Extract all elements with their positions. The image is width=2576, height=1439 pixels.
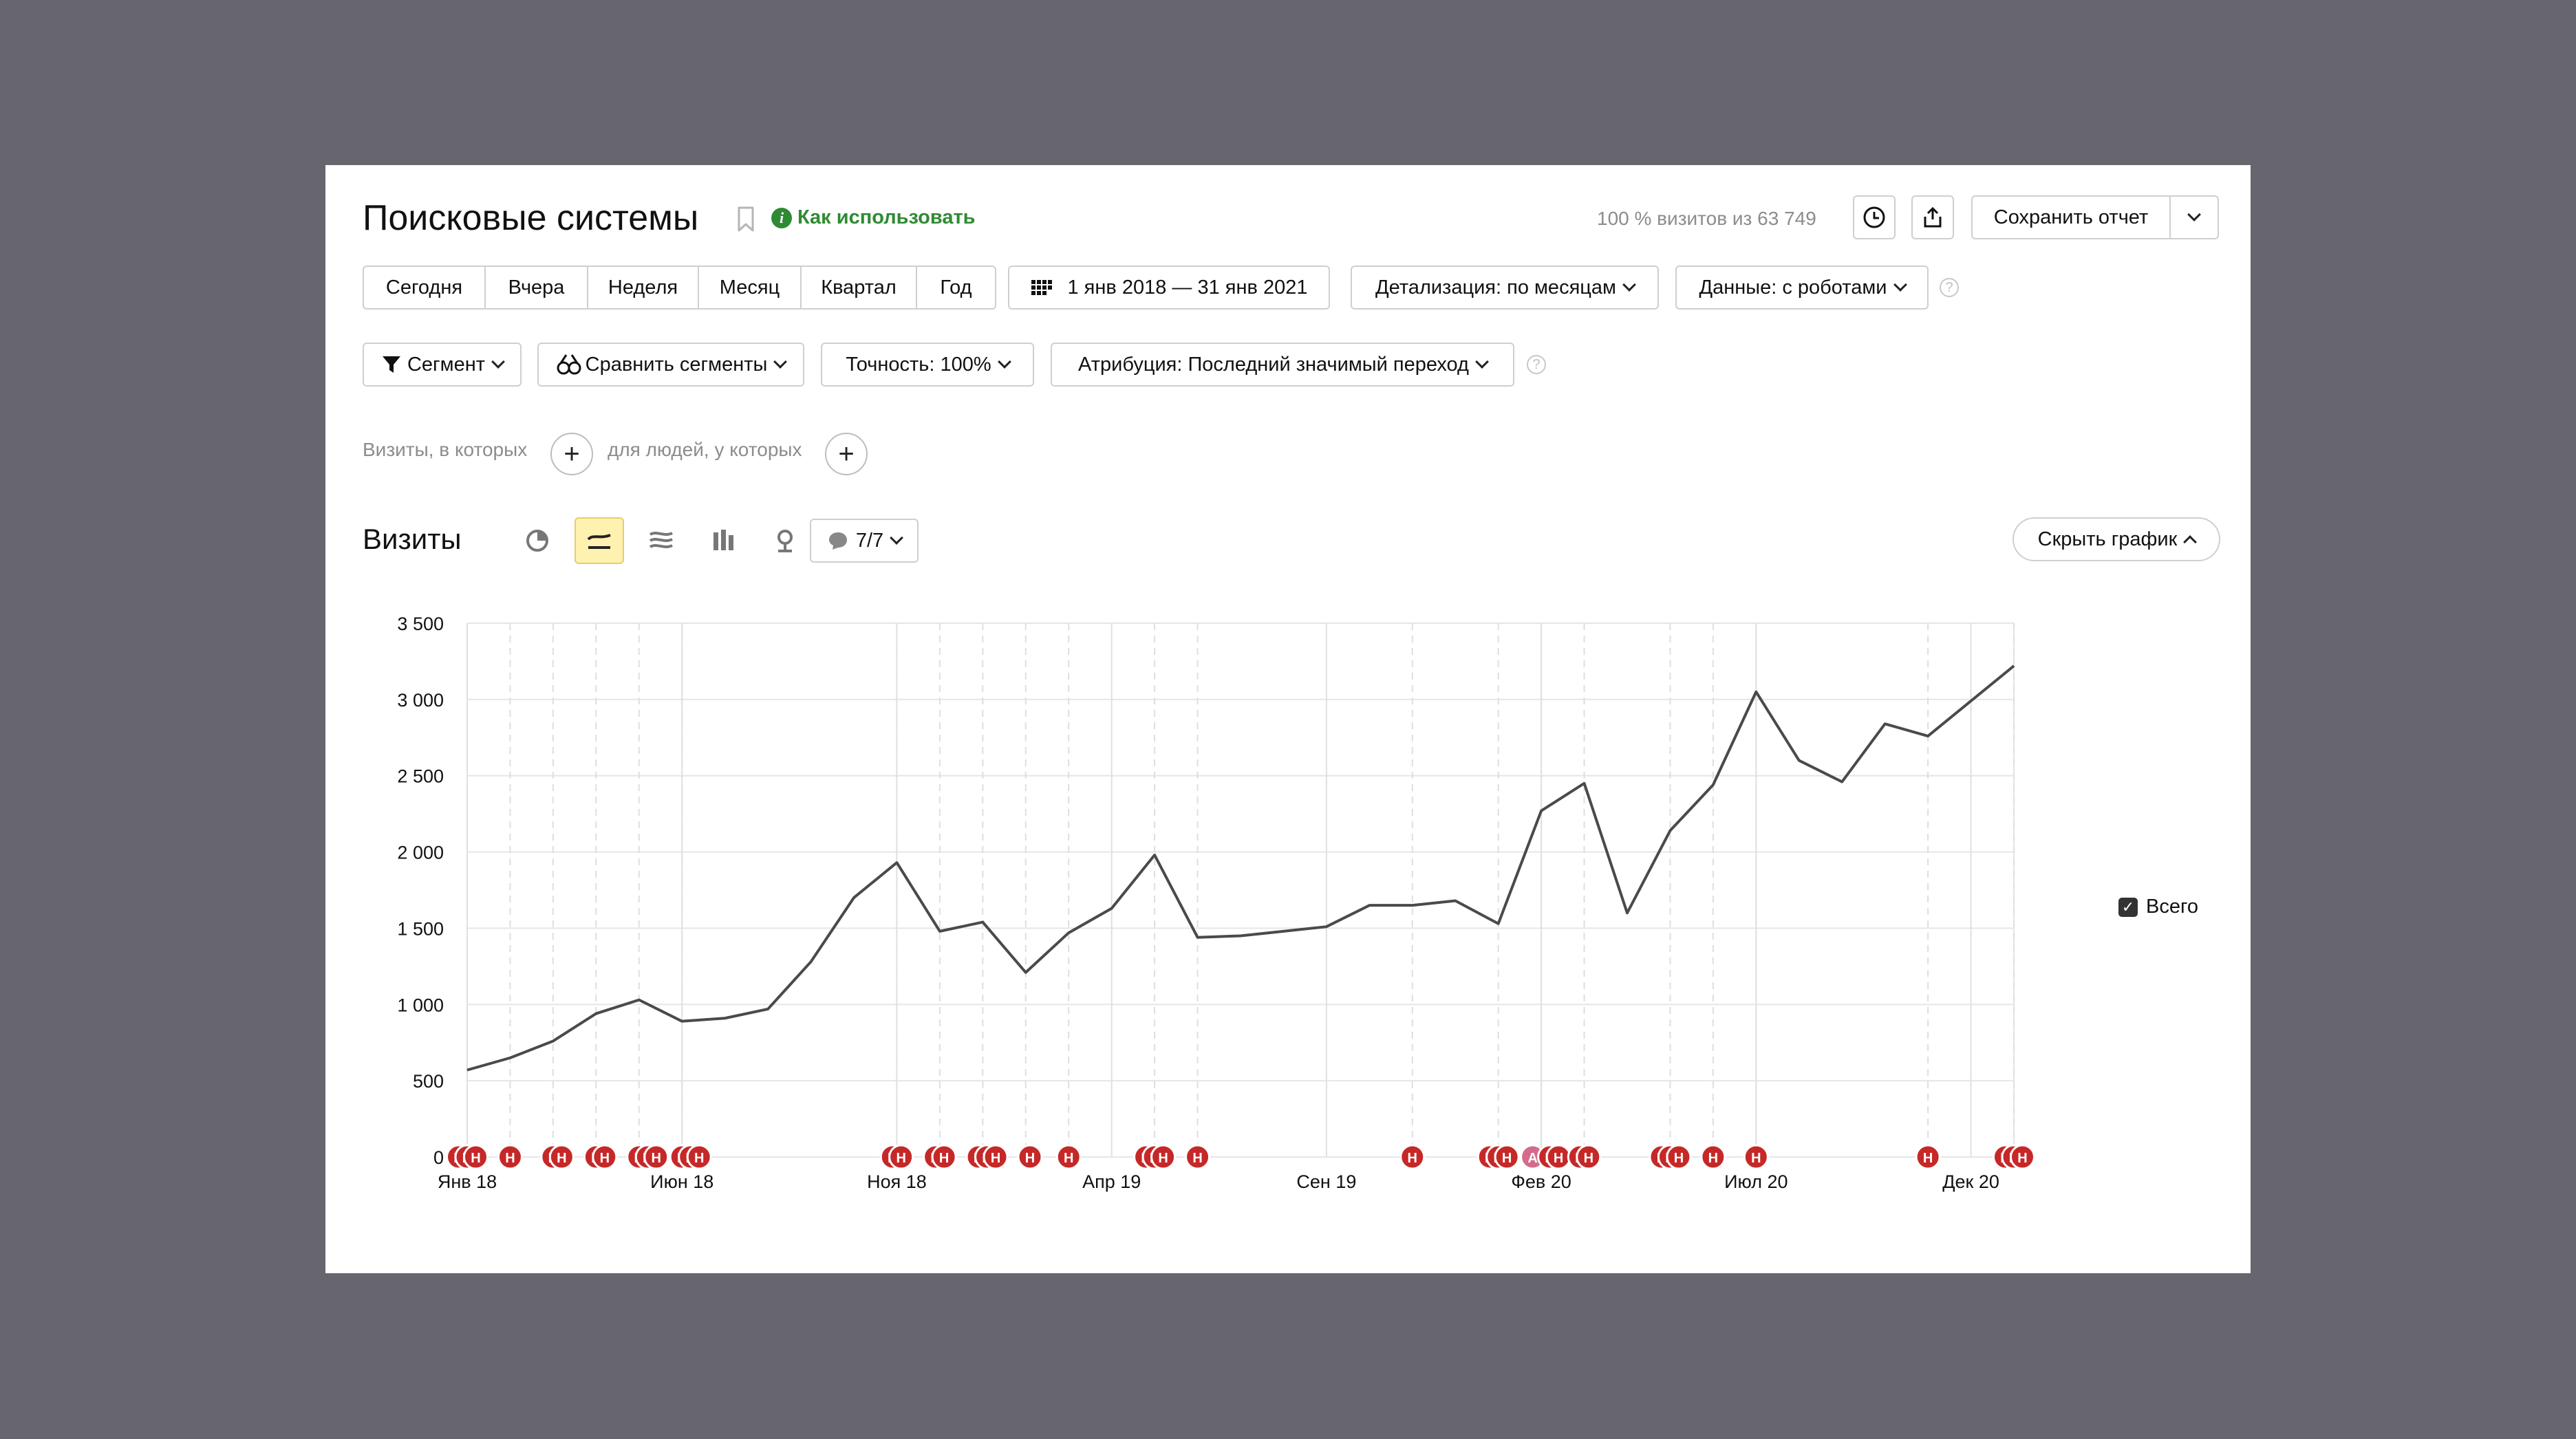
y-tick-label: 2 500 (397, 766, 444, 787)
x-tick-label: Фев 20 (1511, 1171, 1571, 1192)
report-card: Поисковые системы i Как использовать 100… (325, 165, 2251, 1273)
data-point (1541, 810, 1542, 812)
y-tick-label: 2 000 (397, 843, 444, 863)
annotation-label: Н (1584, 1151, 1593, 1166)
x-tick-label: Апр 19 (1082, 1171, 1141, 1192)
legend-label: Всего (2146, 896, 2199, 918)
data-point (1197, 937, 1199, 938)
annotation-label: А (1527, 1151, 1537, 1166)
data-point (1841, 781, 1843, 783)
annotation-label: Н (505, 1151, 515, 1166)
checkbox-checked-icon[interactable]: ✓ (2118, 897, 2138, 917)
y-tick-label: 1 000 (397, 995, 444, 1015)
y-tick-label: 3 000 (397, 690, 444, 711)
x-tick-label: Сен 19 (1296, 1171, 1356, 1192)
annotation-label: Н (1554, 1151, 1563, 1166)
data-point (1927, 735, 1929, 737)
legend-item[interactable]: ✓ Всего (2118, 896, 2198, 918)
annotation-label: Н (1158, 1151, 1168, 1166)
annotation-label: Н (1674, 1151, 1684, 1166)
data-point (2013, 665, 2015, 667)
y-tick-label: 3 500 (397, 614, 444, 634)
x-tick-label: Июн 18 (650, 1171, 713, 1192)
annotation-label: Н (557, 1151, 566, 1166)
y-tick-label: 0 (433, 1147, 444, 1168)
data-point (509, 1057, 511, 1059)
annotation-label: Н (1502, 1151, 1512, 1166)
data-point (724, 1017, 726, 1019)
data-point (1455, 900, 1456, 902)
x-tick-label: Янв 18 (438, 1171, 497, 1192)
x-tick-label: Дек 20 (1942, 1171, 1999, 1192)
y-tick-label: 1 500 (397, 918, 444, 939)
y-tick-label: 500 (413, 1071, 444, 1092)
series-line (466, 664, 2015, 1072)
annotation-label: Н (1751, 1151, 1761, 1166)
annotation-label: Н (694, 1151, 704, 1166)
x-tick-label: Ноя 18 (867, 1171, 927, 1192)
annotation-label: Н (2017, 1151, 2027, 1166)
data-point (1755, 691, 1757, 693)
data-point (1368, 905, 1370, 906)
annotation-label: Н (1408, 1151, 1417, 1166)
annotation-label: Н (1064, 1151, 1073, 1166)
annotation-label: Н (896, 1151, 905, 1166)
annotation-label: Н (991, 1151, 1000, 1166)
annotation-label: Н (1708, 1151, 1718, 1166)
data-point (1025, 972, 1027, 973)
data-point (638, 999, 640, 1001)
visits-line-chart: 0 500 1 000 1 500 2 000 2 500 3 000 3 500 Янв 18… (397, 614, 2035, 1192)
data-point (595, 1013, 597, 1015)
data-point (767, 1008, 769, 1010)
annotation-label: Н (939, 1151, 949, 1166)
data-point (1669, 830, 1671, 832)
annotation-label: Н (1025, 1151, 1035, 1166)
annotation-label: Н (1192, 1151, 1202, 1166)
x-tick-label: Июл 20 (1724, 1171, 1788, 1192)
annotation-label: Н (600, 1151, 610, 1166)
annotation-label: Н (652, 1151, 661, 1166)
data-point (1412, 905, 1413, 906)
annotation-label: Н (1923, 1151, 1933, 1166)
annotation-label: Н (471, 1151, 480, 1166)
data-point (1111, 908, 1113, 909)
data-point (1498, 923, 1499, 924)
